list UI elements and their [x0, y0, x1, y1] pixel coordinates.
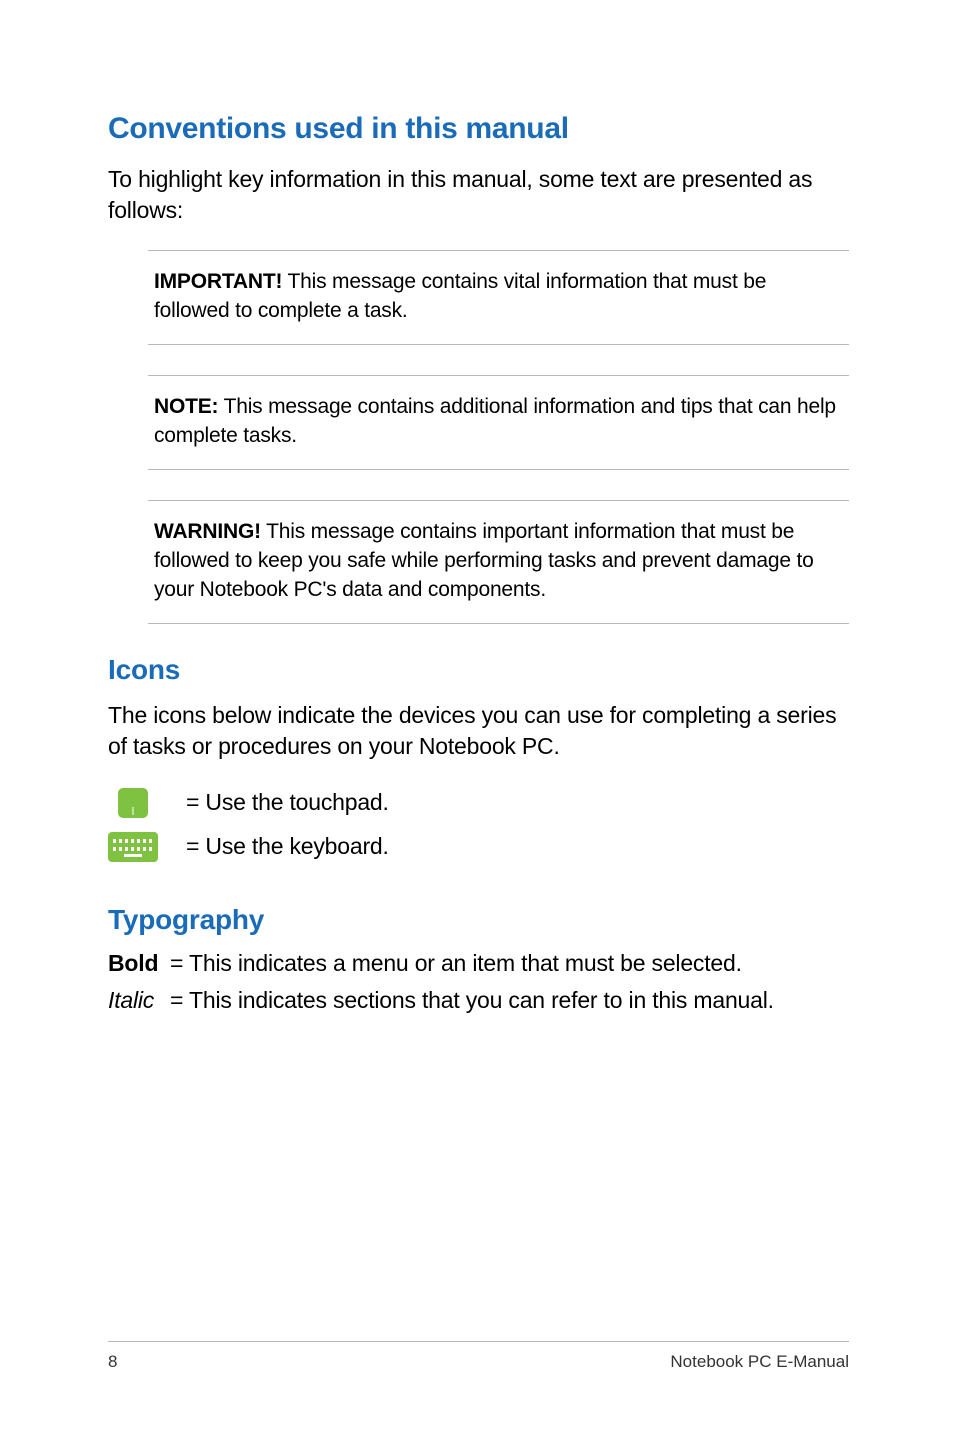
note-text: NOTE: This message contains additional i…	[154, 392, 843, 451]
italic-label: Italic	[108, 987, 170, 1014]
icons-intro: The icons below indicate the devices you…	[108, 700, 849, 762]
keyboard-text: = Use the keyboard.	[186, 833, 389, 860]
bold-desc: = This indicates a menu or an item that …	[170, 950, 742, 977]
warning-text: WARNING! This message contains important…	[154, 517, 843, 605]
touchpad-text: = Use the touchpad.	[186, 789, 389, 816]
conventions-intro: To highlight key information in this man…	[108, 164, 849, 226]
keyboard-icon	[108, 832, 158, 862]
conventions-heading: Conventions used in this manual	[108, 112, 849, 146]
warning-label: WARNING!	[154, 520, 261, 543]
touchpad-icon-box	[108, 786, 158, 820]
note-label: NOTE:	[154, 395, 218, 418]
warning-callout: WARNING! This message contains important…	[148, 500, 849, 624]
bold-label: Bold	[108, 950, 170, 977]
touchpad-icon	[118, 788, 148, 818]
note-body: This message contains additional informa…	[154, 395, 836, 447]
typography-heading: Typography	[108, 904, 849, 936]
icons-heading: Icons	[108, 654, 849, 686]
bold-row: Bold = This indicates a menu or an item …	[108, 950, 849, 977]
footer-title: Notebook PC E-Manual	[670, 1352, 849, 1372]
note-callout: NOTE: This message contains additional i…	[148, 375, 849, 470]
page-footer: 8 Notebook PC E-Manual	[108, 1341, 849, 1372]
keyboard-row: = Use the keyboard.	[108, 830, 849, 864]
italic-row: Italic = This indicates sections that yo…	[108, 987, 849, 1014]
italic-desc: = This indicates sections that you can r…	[170, 987, 774, 1014]
touchpad-row: = Use the touchpad.	[108, 786, 849, 820]
keyboard-icon-box	[108, 830, 158, 864]
important-label: IMPORTANT!	[154, 270, 282, 293]
important-text: IMPORTANT! This message contains vital i…	[154, 267, 843, 326]
page-number: 8	[108, 1352, 117, 1372]
important-callout: IMPORTANT! This message contains vital i…	[148, 250, 849, 345]
